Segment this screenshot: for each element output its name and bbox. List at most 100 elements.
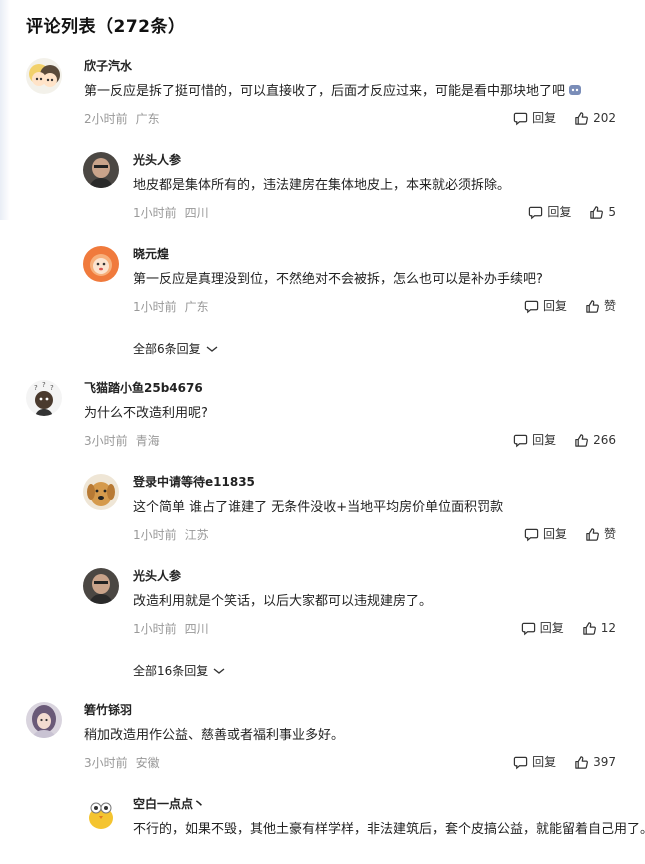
expand-replies-label: 全部16条回复 <box>133 664 209 678</box>
timestamp: 1小时前 <box>133 300 177 314</box>
chevron-down-icon <box>206 345 218 352</box>
comment-bubble-icon <box>513 112 528 125</box>
comment-meta: 1小时前 四川 <box>133 205 510 221</box>
location: 四川 <box>184 622 209 636</box>
username[interactable]: 欣子汽水 <box>84 58 582 74</box>
thumbs-up-icon <box>586 527 599 541</box>
comment-actions: 回复 赞 <box>524 298 616 314</box>
comment-actions: 回复 12 <box>521 620 616 636</box>
avatar[interactable]: ? ? ? <box>26 380 62 416</box>
reply-label: 回复 <box>539 621 564 635</box>
comment-bubble-icon <box>521 622 535 635</box>
comment-meta: 1小时前 四川 <box>133 621 432 637</box>
reply-item: 登录中请等待e11835 这个简单 谁占了谁建了 无条件没收+当地平均房价单位面… <box>83 474 616 546</box>
comment-item: 箬竹铩羽 稍加改造用作公益、慈善或者福利事业多好。 3小时前 安徽 回复 397 <box>26 702 616 774</box>
avatar[interactable] <box>83 796 119 832</box>
reply-button[interactable]: 回复 <box>513 110 556 126</box>
username[interactable]: 飞猫踏小鱼25b4676 <box>84 380 208 396</box>
emoji-icon <box>569 85 582 95</box>
reply-label: 回复 <box>547 205 572 219</box>
timestamp: 1小时前 <box>133 622 177 636</box>
comment-text: 改造利用就是个笑话，以后大家都可以违规建房了。 <box>133 594 433 609</box>
chevron-down-icon <box>213 667 225 674</box>
comment-item: ? ? ? 飞猫踏小鱼25b4676 为什么不改造利用呢? 3小时前 青海 回复 … <box>26 380 616 452</box>
username[interactable]: 登录中请等待e11835 <box>133 474 503 490</box>
comment-text: 第一反应是拆了挺可惜的，可以直接收了，后面才反应过来，可能是看中那块地了吧 <box>84 82 582 102</box>
svg-text:?: ? <box>50 384 54 392</box>
comment-bubble-icon <box>524 528 539 541</box>
reply-label: 回复 <box>542 527 567 541</box>
username[interactable]: 晓元煌 <box>133 246 543 262</box>
expand-replies-button[interactable]: 全部6条回复 <box>133 340 219 357</box>
like-count: 赞 <box>603 527 616 541</box>
reply-button[interactable]: 回复 <box>521 620 564 636</box>
like-count: 赞 <box>603 299 616 313</box>
comment-meta: 3小时前 安徽 <box>84 755 344 771</box>
girl-portrait-avatar-icon <box>26 702 62 738</box>
reply-button[interactable]: 回复 <box>524 298 567 314</box>
reply-item: 光头人参 地皮都是集体所有的，违法建房在集体地皮上，本来就必须拆除。 1小时前四… <box>83 152 616 224</box>
like-button[interactable]: 266 <box>574 432 616 448</box>
bald-man-avatar-icon <box>83 568 119 604</box>
comment-actions: 回复 202 <box>513 110 616 126</box>
bald-man-avatar-icon <box>83 152 119 188</box>
reply-button[interactable]: 回复 <box>513 432 556 448</box>
avatar[interactable] <box>26 702 62 738</box>
like-button[interactable]: 12 <box>582 620 616 636</box>
thumbs-up-icon <box>590 205 604 219</box>
like-button[interactable]: 397 <box>574 754 616 770</box>
reply-button[interactable]: 回复 <box>528 204 571 220</box>
cartoon-couple-avatar-icon <box>26 58 62 94</box>
thumbs-up-icon <box>575 755 589 769</box>
comment-text: 稍加改造用作公益、慈善或者福利事业多好。 <box>84 728 345 743</box>
reply-button[interactable]: 回复 <box>524 526 567 542</box>
comment-bubble-icon <box>513 756 528 769</box>
reply-label: 回复 <box>542 299 567 313</box>
like-button[interactable]: 5 <box>589 204 616 220</box>
location: 江苏 <box>184 528 209 542</box>
comment-bubble-icon <box>524 300 539 313</box>
avatar[interactable] <box>83 246 119 282</box>
avatar[interactable] <box>83 152 119 188</box>
comment-bubble-icon <box>529 206 543 219</box>
lion-mascot-avatar-icon <box>83 246 119 282</box>
avatar[interactable] <box>83 568 119 604</box>
timestamp: 3小时前 <box>84 756 128 770</box>
comment-meta: 1小时前 广东 <box>133 299 543 315</box>
reply-label: 回复 <box>532 755 557 769</box>
like-button[interactable]: 赞 <box>585 526 616 542</box>
thumbs-up-icon <box>586 299 599 313</box>
like-count: 397 <box>593 755 616 769</box>
comment-text: 这个简单 谁占了谁建了 无条件没收+当地平均房价单位面积罚款 <box>133 500 504 515</box>
reply-item: 光头人参 改造利用就是个笑话，以后大家都可以违规建房了。 1小时前 四川 回复 1… <box>83 568 616 640</box>
like-count: 266 <box>593 433 616 447</box>
comment-actions: 回复 5 <box>528 204 616 220</box>
username[interactable]: 空白一点点丶 <box>133 796 645 812</box>
username[interactable]: 光头人参 <box>133 152 510 168</box>
yellow-chick-avatar-icon <box>83 796 119 832</box>
expand-replies-label: 全部6条回复 <box>133 342 201 356</box>
username[interactable]: 光头人参 <box>133 568 432 584</box>
avatar[interactable] <box>26 58 62 94</box>
timestamp: 1小时前 <box>133 528 177 542</box>
like-count: 12 <box>600 621 616 635</box>
comment-meta: 1小时前 江苏 <box>133 527 503 543</box>
location: 广东 <box>135 112 160 126</box>
location: 广东 <box>184 300 209 314</box>
comment-actions: 回复 赞 <box>524 526 616 542</box>
like-count: 5 <box>608 205 616 219</box>
comment-text: 第一反应是真理没到位，不然绝对不会被拆，怎么也可以是补办手续吧? <box>133 272 543 287</box>
expand-replies-button[interactable]: 全部16条回复 <box>133 662 226 679</box>
timestamp: 2小时前 <box>84 112 128 126</box>
reply-button[interactable]: 回复 <box>513 754 556 770</box>
comment-actions: 回复 397 <box>513 754 616 770</box>
comment-bubble-icon <box>513 434 528 447</box>
like-button[interactable]: 赞 <box>585 298 616 314</box>
username[interactable]: 箬竹铩羽 <box>84 702 344 718</box>
thumbs-up-icon <box>575 111 589 125</box>
location: 安徽 <box>135 756 160 770</box>
reply-item: 晓元煌 第一反应是真理没到位，不然绝对不会被拆，怎么也可以是补办手续吧? 1小时… <box>83 246 616 318</box>
avatar[interactable] <box>83 474 119 510</box>
like-button[interactable]: 202 <box>574 110 616 126</box>
location: 四川 <box>184 206 209 220</box>
